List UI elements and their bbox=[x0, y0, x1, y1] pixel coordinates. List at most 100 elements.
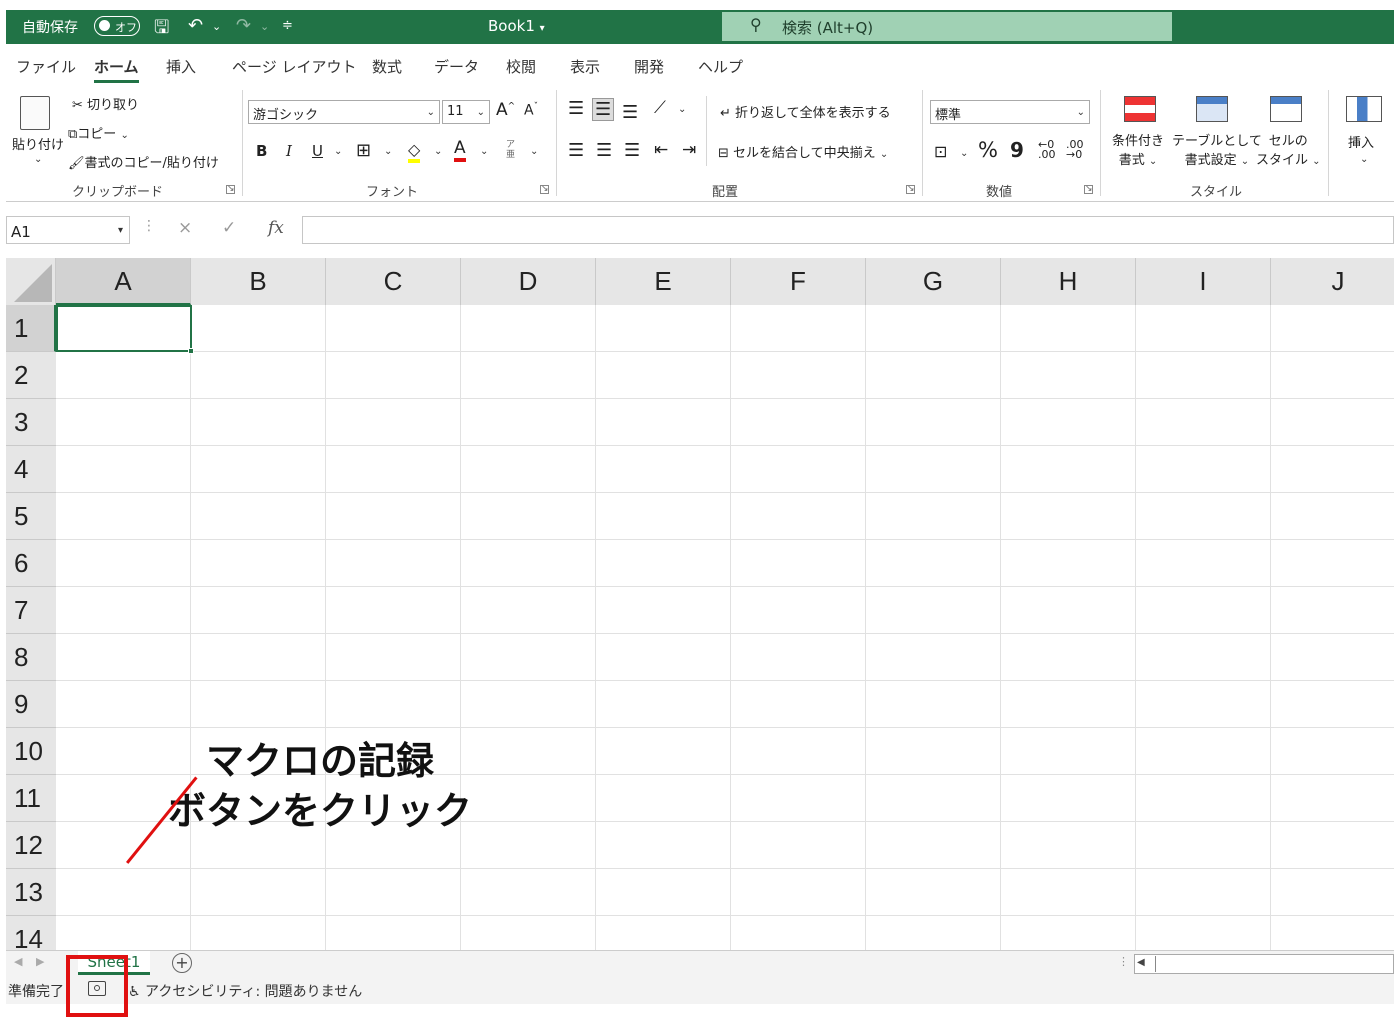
copy-button[interactable]: ⧉コピー ⌄ bbox=[68, 123, 129, 142]
row-header-13[interactable]: 13 bbox=[6, 869, 56, 916]
row-header-4[interactable]: 4 bbox=[6, 446, 56, 493]
increase-indent-icon[interactable]: ⇥ bbox=[682, 140, 696, 160]
underline-button[interactable]: U bbox=[312, 142, 323, 160]
row-header-5[interactable]: 5 bbox=[6, 493, 56, 540]
merge-center-button[interactable]: ⊟ セルを結合して中央揃え ⌄ bbox=[718, 142, 888, 161]
cancel-icon[interactable]: × bbox=[178, 218, 192, 238]
borders-icon[interactable]: ⊞ bbox=[356, 140, 371, 161]
font-size-select[interactable]: 11 ⌄ bbox=[442, 100, 490, 124]
cut-button[interactable]: ✂ 切り取り bbox=[72, 94, 139, 113]
undo-dropdown-icon[interactable]: ⌄ bbox=[212, 20, 221, 33]
accounting-dropdown-icon[interactable]: ⌄ bbox=[960, 148, 968, 159]
cell-styles-icon[interactable] bbox=[1270, 96, 1302, 122]
decrease-indent-icon[interactable]: ⇤ bbox=[654, 140, 668, 160]
column-header-e[interactable]: E bbox=[596, 258, 731, 305]
tab-data[interactable]: データ bbox=[434, 56, 479, 77]
wrap-text-button[interactable]: ↵ 折り返して全体を表示する bbox=[720, 102, 891, 121]
tab-home[interactable]: ホーム bbox=[94, 56, 139, 83]
insert-button[interactable]: 挿入 bbox=[1348, 132, 1374, 151]
row-header-6[interactable]: 6 bbox=[6, 540, 56, 587]
select-all-corner[interactable] bbox=[6, 258, 56, 305]
row-header-2[interactable]: 2 bbox=[6, 352, 56, 399]
clipboard-launcher-icon[interactable]: ↘ bbox=[226, 185, 235, 194]
align-middle-icon[interactable]: ☰ bbox=[592, 98, 615, 121]
accessibility-status[interactable]: ♿ アクセシビリティ: 問題ありません bbox=[128, 981, 362, 1001]
document-title[interactable]: Book1 ▾ bbox=[488, 17, 545, 35]
redo-icon[interactable]: ↷ bbox=[236, 15, 251, 36]
column-header-f[interactable]: F bbox=[731, 258, 866, 305]
autosave-toggle[interactable]: オフ bbox=[94, 16, 140, 36]
borders-dropdown-icon[interactable]: ⌄ bbox=[384, 146, 392, 157]
increase-decimal-icon[interactable]: ←0.00 bbox=[1038, 139, 1056, 160]
phonetic-icon[interactable]: ア亜 bbox=[506, 140, 518, 160]
row-header-1[interactable]: 1 bbox=[6, 305, 56, 352]
row-header-7[interactable]: 7 bbox=[6, 587, 56, 634]
phonetic-dropdown-icon[interactable]: ⌄ bbox=[530, 146, 538, 157]
align-right-icon[interactable]: ☰ bbox=[624, 140, 640, 161]
insert-dropdown-icon[interactable]: ⌄ bbox=[1360, 154, 1368, 165]
shrink-font-button[interactable]: Aˇ bbox=[524, 102, 538, 119]
orientation-dropdown-icon[interactable]: ⌄ bbox=[678, 104, 686, 115]
underline-dropdown-icon[interactable]: ⌄ bbox=[334, 146, 342, 157]
row-header-10[interactable]: 10 bbox=[6, 728, 56, 775]
bold-button[interactable]: B bbox=[256, 142, 267, 160]
worksheet-grid[interactable]: A B C D E F G H I J 1 2 3 4 5 6 7 8 9 10 11 12 13 14 bbox=[6, 258, 1394, 950]
percent-button[interactable]: % bbox=[978, 138, 998, 162]
font-color-button[interactable]: A bbox=[454, 138, 466, 162]
row-header-12[interactable]: 12 bbox=[6, 822, 56, 869]
format-painter-button[interactable]: 🖌書式のコピー/貼り付け bbox=[68, 152, 219, 171]
conditional-formatting-button[interactable]: 条件付き 書式 ⌄ bbox=[1112, 132, 1164, 171]
tab-formulas[interactable]: 数式 bbox=[372, 56, 402, 77]
column-header-j[interactable]: J bbox=[1271, 258, 1394, 305]
add-sheet-button[interactable]: + bbox=[172, 953, 192, 973]
number-format-select[interactable]: 標準 ⌄ bbox=[930, 100, 1090, 124]
tab-split-icon[interactable]: ⋮ bbox=[1118, 955, 1129, 968]
italic-button[interactable]: I bbox=[286, 142, 292, 160]
save-icon[interactable]: 🖫 bbox=[154, 15, 169, 45]
align-top-icon[interactable]: ☰ bbox=[568, 98, 584, 119]
horizontal-scrollbar[interactable]: ◀ bbox=[1134, 954, 1394, 974]
enter-icon[interactable]: ✓ bbox=[222, 218, 236, 238]
accounting-icon[interactable]: ⊡ bbox=[934, 142, 947, 161]
fill-handle[interactable] bbox=[188, 348, 194, 354]
name-box[interactable]: A1 ▾ bbox=[6, 216, 130, 244]
font-name-select[interactable]: 游ゴシック ⌄ bbox=[248, 100, 440, 124]
formula-input[interactable] bbox=[302, 216, 1394, 244]
fill-dropdown-icon[interactable]: ⌄ bbox=[434, 146, 442, 157]
comma-button[interactable]: 9 bbox=[1010, 138, 1024, 162]
customize-qat-icon[interactable]: ≑ bbox=[282, 18, 293, 33]
conditional-formatting-icon[interactable] bbox=[1124, 96, 1156, 122]
tab-help[interactable]: ヘルプ bbox=[698, 56, 743, 77]
format-as-table-icon[interactable] bbox=[1196, 96, 1228, 122]
column-header-c[interactable]: C bbox=[326, 258, 461, 305]
redo-dropdown-icon[interactable]: ⌄ bbox=[260, 20, 269, 33]
tab-review[interactable]: 校閲 bbox=[506, 56, 536, 77]
column-header-b[interactable]: B bbox=[191, 258, 326, 305]
paste-icon[interactable] bbox=[20, 96, 50, 130]
font-color-dropdown-icon[interactable]: ⌄ bbox=[480, 146, 488, 157]
insert-function-icon[interactable]: fx bbox=[268, 218, 284, 238]
number-launcher-icon[interactable]: ↘ bbox=[1084, 185, 1093, 194]
row-header-3[interactable]: 3 bbox=[6, 399, 56, 446]
column-header-h[interactable]: H bbox=[1001, 258, 1136, 305]
column-header-i[interactable]: I bbox=[1136, 258, 1271, 305]
tab-page-layout[interactable]: ページ レイアウト bbox=[232, 56, 356, 77]
paste-dropdown-icon[interactable]: ⌄ bbox=[34, 154, 42, 165]
column-header-g[interactable]: G bbox=[866, 258, 1001, 305]
align-bottom-icon[interactable]: ☰ bbox=[622, 102, 638, 123]
scroll-left-icon[interactable]: ◀ bbox=[1137, 957, 1145, 968]
align-left-icon[interactable]: ☰ bbox=[568, 140, 584, 161]
scroll-thumb[interactable] bbox=[1155, 956, 1391, 972]
insert-cells-icon[interactable] bbox=[1346, 96, 1382, 122]
cell-styles-button[interactable]: セルの スタイル ⌄ bbox=[1256, 132, 1321, 171]
tab-developer[interactable]: 開発 bbox=[634, 56, 664, 77]
row-header-9[interactable]: 9 bbox=[6, 681, 56, 728]
prev-sheet-icon[interactable]: ◀ bbox=[14, 955, 22, 968]
next-sheet-icon[interactable]: ▶ bbox=[36, 955, 44, 968]
fill-color-icon[interactable]: ◇ bbox=[408, 140, 421, 163]
font-launcher-icon[interactable]: ↘ bbox=[540, 185, 549, 194]
column-header-d[interactable]: D bbox=[461, 258, 596, 305]
grow-font-button[interactable]: A^ bbox=[496, 100, 515, 120]
undo-icon[interactable]: ↶ bbox=[188, 15, 203, 36]
orientation-icon[interactable]: ⟋ bbox=[654, 98, 666, 118]
